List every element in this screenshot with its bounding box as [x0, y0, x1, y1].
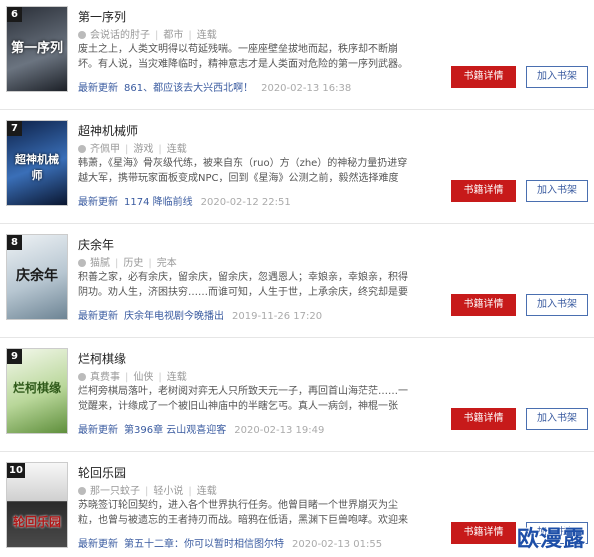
- cover-title: 烂柯棋缘: [12, 381, 61, 395]
- book-item: 7 超神机械师 超神机械师 齐佩甲 | 游戏 | 连载 韩萧，《星海》骨灰级代练，被来自…: [0, 114, 594, 224]
- book-description: 废土之上，人类文明得以苟延残喘。一座座壁垒拔地而起，秩序却不断崩坏。有人说，当灾…: [78, 44, 408, 70]
- book-item: 8 庆余年 庆余年 猫腻 | 历史 | 完本 积善之家，必有余庆，留余庆，留余庆，忽遇恩…: [0, 228, 594, 338]
- rank-badge: 6: [7, 7, 22, 22]
- category[interactable]: 都市: [163, 30, 183, 41]
- author-avatar-icon: [78, 487, 86, 495]
- rank-badge: 8: [7, 235, 22, 250]
- book-title[interactable]: 烂柯棋缘: [78, 350, 126, 367]
- book-detail-button[interactable]: 书籍详情: [451, 294, 516, 316]
- cover-title: 庆余年: [16, 268, 58, 284]
- author-avatar-icon: [78, 373, 86, 381]
- book-cover[interactable]: 9 烂柯棋缘: [6, 348, 68, 434]
- book-title[interactable]: 第一序列: [78, 8, 126, 25]
- author-avatar-icon: [78, 145, 86, 153]
- book-meta: 真费事 | 仙侠 | 连载: [78, 368, 187, 383]
- category[interactable]: 轻小说: [153, 486, 183, 497]
- book-description: 烂柯旁棋局落叶，老树阅对弈无人只所致天元一子，再回首山海茫茫……一觉醒来，计缘成…: [78, 386, 408, 412]
- status: 完本: [156, 258, 177, 269]
- latest-label: 最新更新: [78, 539, 118, 550]
- latest-label: 最新更新: [78, 83, 118, 94]
- book-meta: 那一只蚊子 | 轻小说 | 连载: [78, 482, 217, 497]
- cover-title: 第一序列: [11, 41, 64, 56]
- book-detail-button[interactable]: 书籍详情: [451, 408, 516, 430]
- add-to-shelf-button[interactable]: 加入书架: [526, 294, 588, 316]
- book-meta: 猫腻 | 历史 | 完本: [78, 254, 177, 269]
- rank-badge: 7: [7, 121, 22, 136]
- add-to-shelf-button[interactable]: 加入书架: [526, 66, 588, 88]
- latest-label: 最新更新: [78, 197, 118, 208]
- status: 连载: [166, 144, 187, 155]
- author-avatar-icon: [78, 31, 86, 39]
- author-name[interactable]: 齐佩甲: [90, 144, 120, 155]
- latest-update: 最新更新 第396章 云山观喜迎客 2020-02-13 19:49: [78, 421, 324, 436]
- status: 连载: [196, 30, 217, 41]
- book-meta: 会说话的肘子 | 都市 | 连载: [78, 26, 217, 41]
- update-time: 2019-11-26 17:20: [232, 311, 323, 322]
- cover-title: 轮回乐园: [12, 515, 61, 529]
- book-meta: 齐佩甲 | 游戏 | 连载: [78, 140, 187, 155]
- book-cover[interactable]: 7 超神机械师: [6, 120, 68, 206]
- rank-badge: 9: [7, 349, 22, 364]
- latest-update: 最新更新 861、都应该去大兴西北啊！ 2020-02-13 16:38: [78, 79, 351, 94]
- book-cover[interactable]: 10 轮回乐园: [6, 462, 68, 548]
- category[interactable]: 游戏: [133, 144, 153, 155]
- update-time: 2020-02-13 16:38: [261, 83, 352, 94]
- book-description: 苏晓签订轮回契约，进入各个世界执行任务。他曾目睹一个世界崩灭为尘粒，也曾与被遗忘…: [78, 500, 408, 526]
- book-detail-button[interactable]: 书籍详情: [451, 180, 516, 202]
- author-name[interactable]: 猫腻: [90, 258, 110, 269]
- latest-label: 最新更新: [78, 425, 118, 436]
- add-to-shelf-button[interactable]: 加入书架: [526, 408, 588, 430]
- update-time: 2020-02-13 01:55: [292, 539, 383, 550]
- latest-update: 最新更新 第五十二章：你可以暂时相信图尔特 2020-02-13 01:55: [78, 535, 382, 550]
- book-title[interactable]: 轮回乐园: [78, 464, 126, 481]
- rank-badge: 10: [7, 463, 25, 478]
- update-time: 2020-02-13 19:49: [234, 425, 325, 436]
- book-cover[interactable]: 6 第一序列: [6, 6, 68, 92]
- latest-chapter-link[interactable]: 第五十二章：你可以暂时相信图尔特: [124, 539, 284, 550]
- latest-label: 最新更新: [78, 311, 118, 322]
- category[interactable]: 历史: [123, 258, 143, 269]
- watermark-logo: 欧漫露: [516, 527, 586, 552]
- book-item: 9 烂柯棋缘 烂柯棋缘 真费事 | 仙侠 | 连载 烂柯旁棋局落叶，老树阅对弈无人只所致…: [0, 342, 594, 452]
- book-description: 韩萧，《星海》骨灰级代练，被来自东（ruo）方（zhe）的神秘力量扔进穿越大军，…: [78, 158, 408, 184]
- latest-chapter-link[interactable]: 1174 降临前线: [124, 197, 193, 208]
- author-avatar-icon: [78, 259, 86, 267]
- update-time: 2020-02-12 22:51: [200, 197, 291, 208]
- cover-title: 超神机械师: [15, 153, 59, 182]
- status: 连载: [166, 372, 187, 383]
- latest-chapter-link[interactable]: 第396章 云山观喜迎客: [124, 425, 226, 436]
- book-item: 6 第一序列 第一序列 会说话的肘子 | 都市 | 连载 废土之上，人类文明得以苟延残喘…: [0, 0, 594, 110]
- book-title[interactable]: 超神机械师: [78, 122, 138, 139]
- author-name[interactable]: 会说话的肘子: [90, 30, 150, 41]
- author-name[interactable]: 真费事: [90, 372, 120, 383]
- book-detail-button[interactable]: 书籍详情: [451, 522, 516, 544]
- latest-chapter-link[interactable]: 861、都应该去大兴西北啊！: [124, 83, 253, 94]
- add-to-shelf-button[interactable]: 加入书架: [526, 180, 588, 202]
- status: 连载: [196, 486, 217, 497]
- book-title[interactable]: 庆余年: [78, 236, 114, 253]
- book-cover[interactable]: 8 庆余年: [6, 234, 68, 320]
- book-detail-button[interactable]: 书籍详情: [451, 66, 516, 88]
- latest-chapter-link[interactable]: 庆余年电视剧今晚播出: [124, 311, 224, 322]
- category[interactable]: 仙侠: [133, 372, 153, 383]
- latest-update: 最新更新 庆余年电视剧今晚播出 2019-11-26 17:20: [78, 307, 322, 322]
- book-item: 10 轮回乐园 轮回乐园 那一只蚊子 | 轻小说 | 连载 苏晓签订轮回契约，进入各个世…: [0, 456, 594, 557]
- book-description: 积善之家，必有余庆，留余庆，留余庆，忽遇恩人；幸娘亲，幸娘亲，积得阴功。劝人生，…: [78, 272, 408, 298]
- author-name[interactable]: 那一只蚊子: [90, 486, 140, 497]
- latest-update: 最新更新 1174 降临前线 2020-02-12 22:51: [78, 193, 291, 208]
